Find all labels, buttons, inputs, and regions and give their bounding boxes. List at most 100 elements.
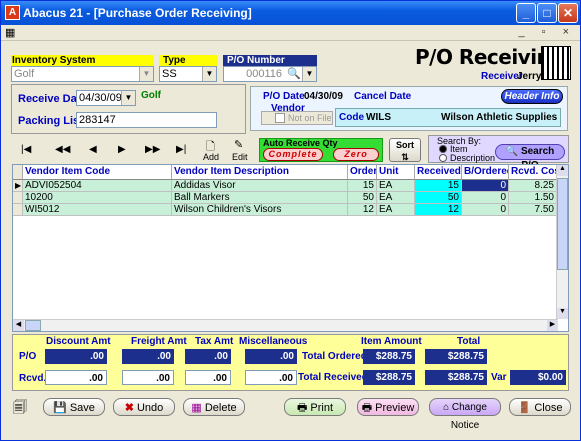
scroll-thumb[interactable]: [557, 178, 568, 270]
doc-icon[interactable]: ▦: [5, 26, 15, 39]
menu-bar: ▦ _ ▫ ×: [1, 25, 580, 41]
col-unit[interactable]: Unit: [377, 165, 415, 180]
not-on-file-label: Not on File: [288, 113, 332, 123]
preview-label: Preview: [375, 402, 415, 414]
chevron-down-icon[interactable]: ▼: [302, 67, 316, 81]
cell-received[interactable]: 12: [415, 204, 462, 216]
cell-cost[interactable]: 7.50: [509, 204, 557, 216]
po-total: $288.75: [425, 349, 487, 364]
mdi-controls[interactable]: _ ▫ ×: [518, 26, 576, 38]
po-date-value: 04/30/09: [304, 91, 343, 102]
edit-icon[interactable]: ✎: [234, 138, 243, 151]
not-on-file-checkbox[interactable]: [275, 113, 285, 123]
receive-date-field[interactable]: 04/30/09 ▼: [76, 90, 136, 106]
chevron-down-icon[interactable]: ▼: [121, 91, 135, 105]
close-button[interactable]: 🚪 Close: [509, 398, 571, 416]
chevron-down-icon[interactable]: ▼: [139, 67, 153, 81]
search-icon[interactable]: 🔍: [287, 67, 301, 81]
misc-label: Miscellaneous: [239, 336, 308, 347]
col-vendor-item-description[interactable]: Vendor Item Description: [172, 165, 348, 180]
col-rcvd-cost[interactable]: Rcvd. Cost: [509, 165, 557, 180]
close-window-button[interactable]: ✕: [558, 3, 578, 23]
cell-unit[interactable]: EA: [377, 180, 415, 192]
last-record-icon[interactable]: ▶|: [176, 144, 186, 155]
cell-code[interactable]: 10200: [23, 192, 172, 204]
delete-button[interactable]: ▦ Delete: [183, 398, 245, 416]
po-date-label: P/O Date: [263, 91, 305, 102]
col-bordered[interactable]: B/Ordered: [462, 165, 509, 180]
packing-list-field[interactable]: 283147: [76, 112, 217, 128]
prev-page-icon[interactable]: ◀◀: [55, 144, 70, 155]
delete-icon: ▦: [191, 402, 202, 414]
cell-received[interactable]: 15: [415, 180, 462, 192]
scroll-right-icon[interactable]: ▶: [547, 320, 558, 331]
print-button[interactable]: 🖶 Print: [284, 398, 346, 416]
app-window: A Abacus 21 - [Purchase Order Receiving]…: [0, 0, 581, 441]
row-selector-header: [13, 165, 23, 180]
cell-order[interactable]: 12: [348, 204, 377, 216]
cell-cost[interactable]: 1.50: [509, 192, 557, 204]
undo-button[interactable]: ✖ Undo: [113, 398, 175, 416]
save-button[interactable]: 💾 Save: [43, 398, 105, 416]
col-received[interactable]: Received: [415, 165, 462, 180]
rcvd-discount-field[interactable]: .00: [45, 370, 107, 385]
preview-button[interactable]: 🖶 Preview: [357, 398, 419, 416]
cell-code[interactable]: ADVI052504: [23, 180, 172, 192]
cell-bordered[interactable]: 0: [462, 180, 509, 192]
cell-desc[interactable]: Addidas Visor: [172, 180, 348, 192]
cell-desc[interactable]: Wilson Children's Visors: [172, 204, 348, 216]
change-notice-button[interactable]: ⌂ Change Notice: [429, 398, 501, 431]
complete-button[interactable]: Complete: [263, 148, 323, 161]
totals-panel: Discount Amt Freight Amt Tax Amt Miscell…: [12, 334, 569, 391]
scroll-down-icon[interactable]: ▼: [557, 308, 568, 319]
minimize-button[interactable]: _: [516, 3, 536, 23]
search-po-button[interactable]: 🔍 Search P/O: [495, 144, 565, 171]
cell-received[interactable]: 50: [415, 192, 462, 204]
add-label[interactable]: Add: [203, 152, 219, 162]
cell-desc[interactable]: Ball Markers: [172, 192, 348, 204]
row-selector[interactable]: [13, 204, 23, 216]
cell-bordered[interactable]: 0: [462, 192, 509, 204]
sheet-icon[interactable]: 🗐: [13, 397, 27, 421]
cell-order[interactable]: 15: [348, 180, 377, 192]
change-notice-icon: ⌂: [443, 402, 450, 413]
horizontal-scrollbar[interactable]: ◀ ▶: [13, 319, 558, 331]
cell-cost[interactable]: 8.25: [509, 180, 557, 192]
col-vendor-item-code[interactable]: Vendor Item Code: [23, 165, 172, 180]
sort-button[interactable]: Sort ⇅: [389, 138, 421, 162]
zero-button[interactable]: Zero: [333, 148, 379, 161]
cell-order[interactable]: 50: [348, 192, 377, 204]
items-grid: Vendor Item Code Vendor Item Description…: [12, 164, 569, 332]
edit-label[interactable]: Edit: [232, 152, 248, 162]
inventory-label: Inventory System: [11, 55, 154, 66]
row-selector[interactable]: [13, 192, 23, 204]
scroll-up-icon[interactable]: ▲: [557, 165, 568, 176]
scroll-left-icon[interactable]: ◀: [13, 320, 24, 331]
type-select[interactable]: SS ▼: [159, 66, 217, 82]
header-info-button[interactable]: Header Info: [501, 89, 563, 104]
first-record-icon[interactable]: |◀: [21, 144, 31, 155]
cell-bordered[interactable]: 0: [462, 204, 509, 216]
next-record-icon[interactable]: ▶: [118, 144, 126, 155]
vendor-name: Wilson Athletic Supplies: [441, 112, 558, 123]
row-pointer-icon[interactable]: ▶: [13, 180, 23, 192]
col-order[interactable]: Order: [348, 165, 377, 180]
chevron-down-icon[interactable]: ▼: [202, 67, 216, 81]
code-label: Code: [339, 112, 364, 123]
total-received-label: Total Received: [298, 372, 368, 383]
vertical-scrollbar[interactable]: ▲ ▼: [556, 165, 568, 319]
cell-code[interactable]: WI5012: [23, 204, 172, 216]
rcvd-freight-field[interactable]: .00: [122, 370, 174, 385]
search-item-radio[interactable]: [439, 145, 447, 153]
cell-unit[interactable]: EA: [377, 192, 415, 204]
rcvd-tax-field[interactable]: .00: [185, 370, 231, 385]
maximize-button[interactable]: □: [537, 3, 557, 23]
inventory-select[interactable]: Golf ▼: [11, 66, 154, 82]
search-description-radio[interactable]: [439, 154, 447, 162]
rcvd-misc-field[interactable]: .00: [245, 370, 297, 385]
item-amount-label: Item Amount: [361, 336, 422, 347]
h-scroll-thumb[interactable]: [25, 320, 41, 331]
next-page-icon[interactable]: ▶▶: [145, 144, 160, 155]
prev-record-icon[interactable]: ◀: [89, 144, 97, 155]
cell-unit[interactable]: EA: [377, 204, 415, 216]
